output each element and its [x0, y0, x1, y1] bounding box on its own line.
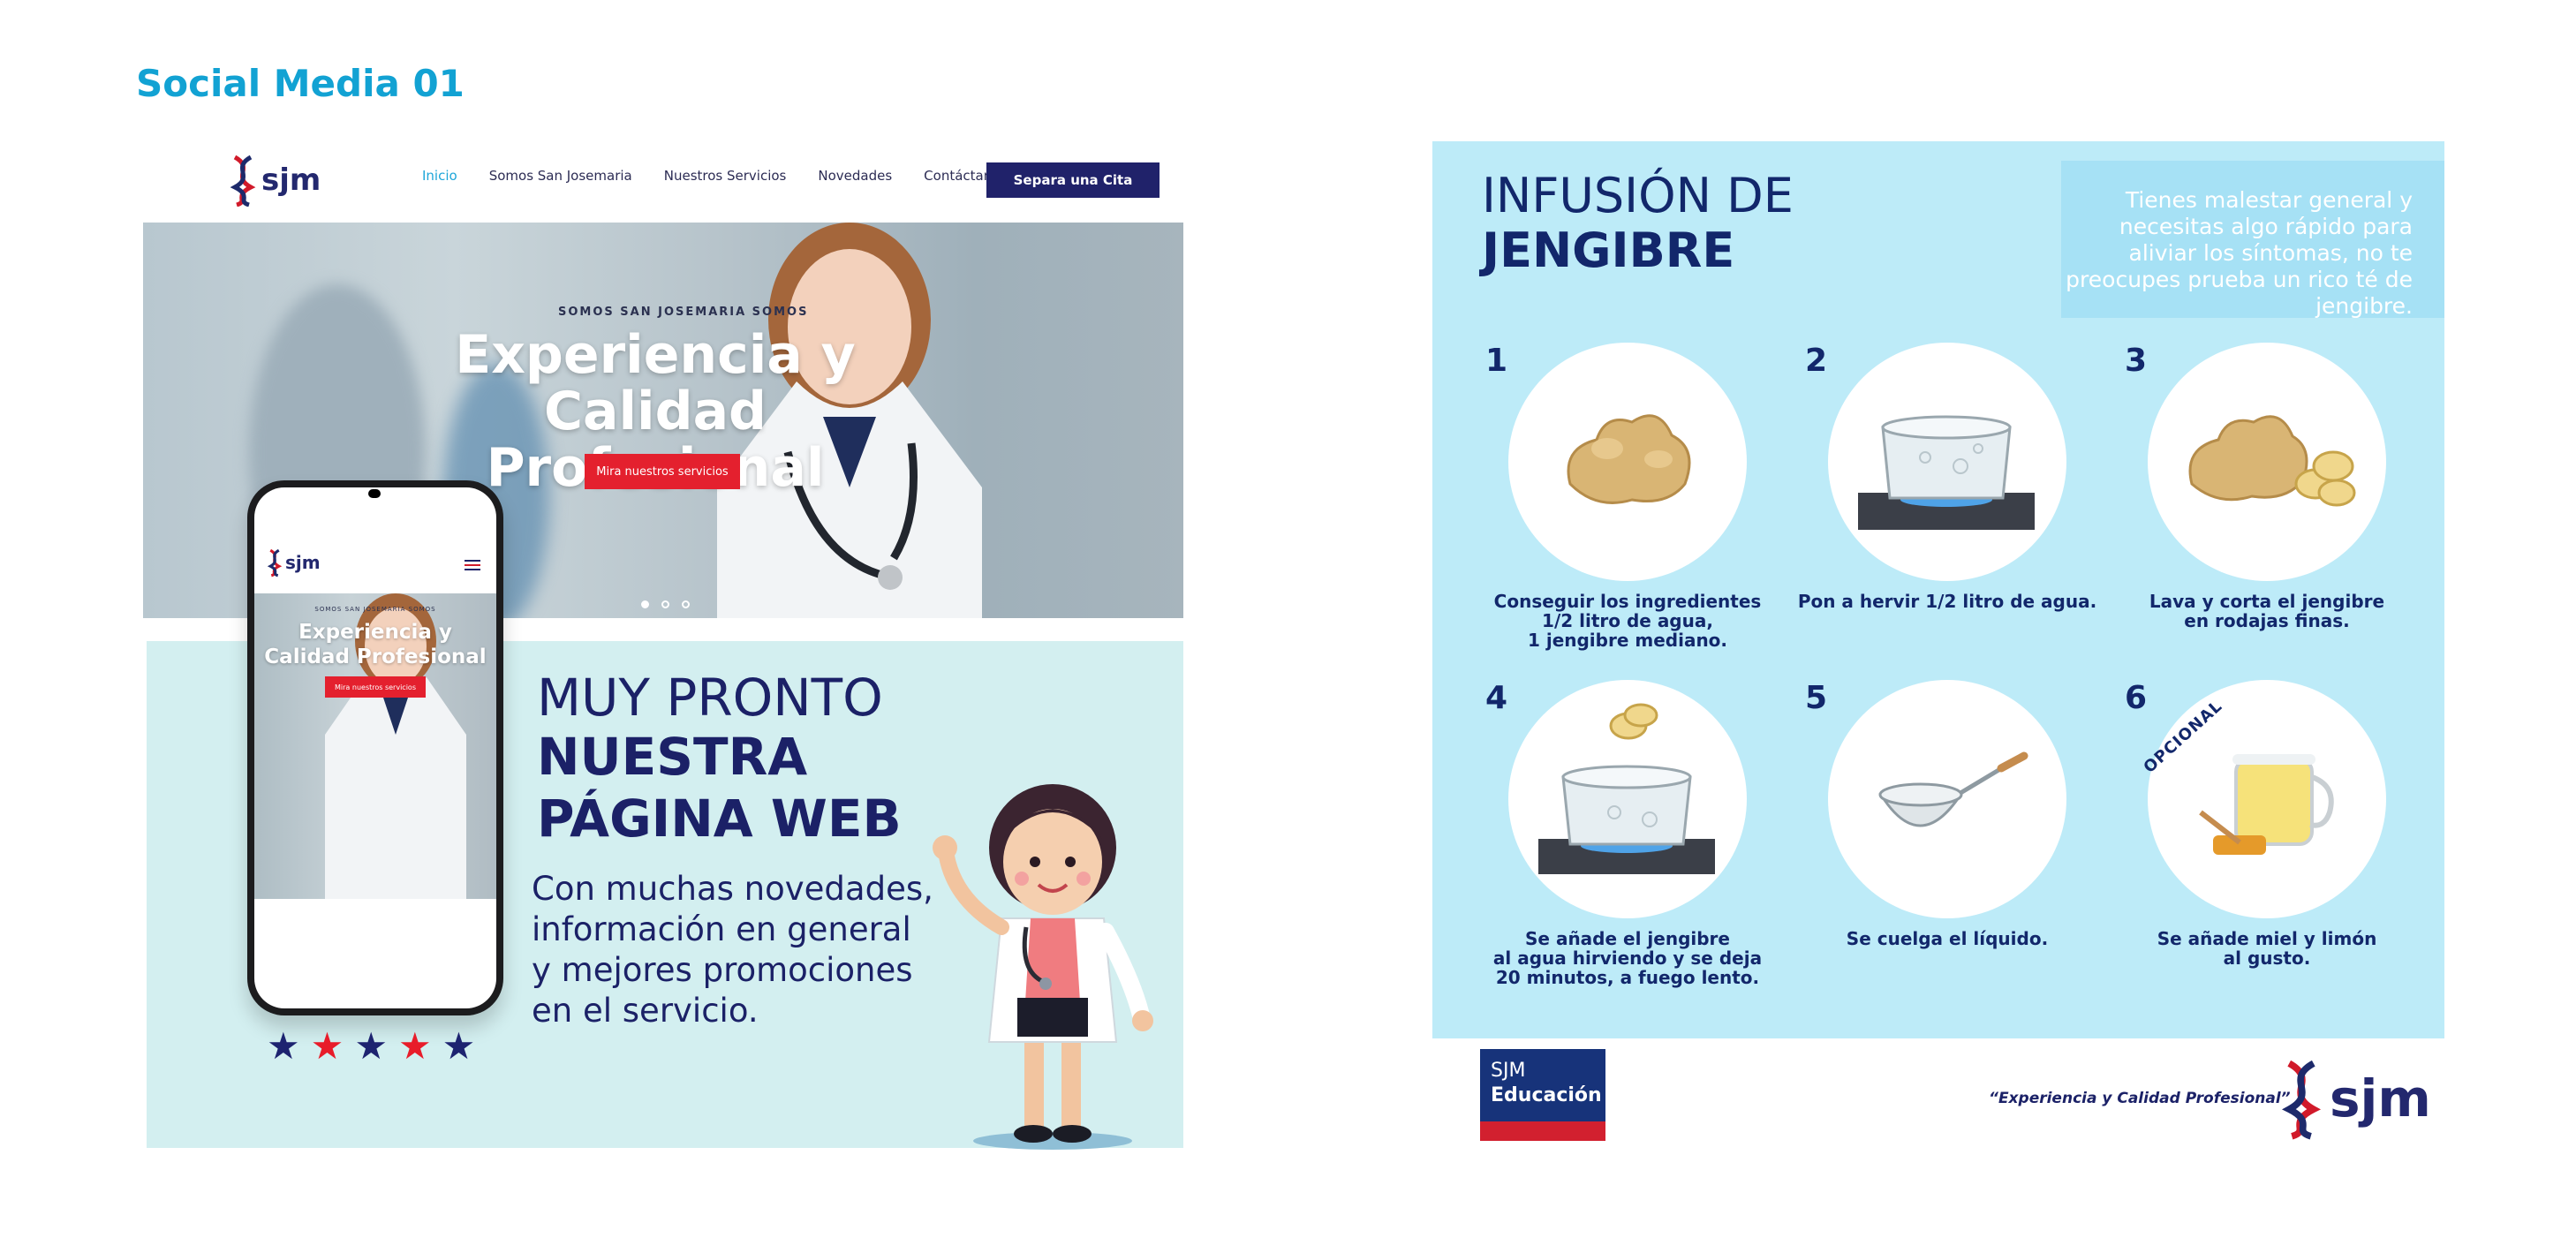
step-5: 5 Se cuelga el líquido. — [1805, 680, 2123, 1015]
phone-logo[interactable]: sjm — [267, 547, 321, 577]
step-3: 3 Lava y corta el jengibre en rodajas fi… — [2125, 343, 2443, 678]
logo-wordmark: sjm — [285, 552, 321, 573]
step-image-circle — [1828, 680, 2066, 918]
step-caption: Pon a hervir 1/2 litro de agua. — [1797, 591, 2097, 612]
nav-inicio[interactable]: Inicio — [422, 168, 457, 184]
phone-title-line: Calidad Profesional — [264, 645, 487, 668]
step-image-circle — [2148, 343, 2386, 581]
sjm-education-badge: SJM Educación — [1480, 1049, 1605, 1141]
step-caption: Se cuelga el líquido. — [1846, 928, 2049, 949]
step-number: 2 — [1805, 343, 1828, 379]
badge-line: Educación — [1491, 1084, 1602, 1106]
phone-camera — [368, 489, 381, 498]
sliced-ginger-icon — [2188, 415, 2356, 507]
star-rating: ★ ★ ★ ★ ★ — [267, 1028, 475, 1065]
carousel-dot[interactable] — [641, 600, 649, 608]
step-number: 3 — [2125, 343, 2148, 379]
phone-mockup: sjm SOMOS SAN JOSEMARIA SOMOS Experienci… — [247, 480, 503, 1015]
page-heading: Social Media 01 — [136, 62, 465, 105]
intro-note: Tienes malestar general y necesitas algo… — [2066, 187, 2413, 319]
nav-novedades[interactable]: Novedades — [818, 168, 892, 184]
promo-subheading-line: PÁGINA WEB — [537, 789, 902, 849]
star-icon: ★ — [442, 1024, 476, 1068]
step-number: 4 — [1485, 680, 1508, 716]
ginger-infusion-card: INFUSIÓN DE JENGIBRE Tienes malestar gen… — [1432, 141, 2444, 1148]
phone-eyebrow: SOMOS SAN JOSEMARIA SOMOS — [314, 606, 436, 613]
badge-stripe — [1480, 1121, 1605, 1141]
step-image-circle — [1828, 343, 2066, 581]
promo-body: Con muchas novedades, información en gen… — [532, 870, 933, 1030]
strainer-icon — [1878, 751, 2028, 827]
step-4: 4 Se añade el jengibre al agua hirviendo… — [1485, 680, 1803, 1015]
star-icon: ★ — [397, 1024, 432, 1068]
carousel-dot[interactable] — [661, 600, 669, 608]
boiling-pot-icon — [1858, 415, 2035, 530]
step-2: 2 Pon a hervir 1/2 litro de agua. — [1798, 343, 2123, 678]
helix-icon — [267, 548, 283, 577]
phone-title-line: Experiencia y — [298, 621, 452, 644]
footer-logo: sjm — [2278, 1053, 2431, 1144]
intro-note-box: Tienes malestar general y necesitas algo… — [2061, 161, 2444, 319]
promo-heading: MUY PRONTO — [537, 668, 883, 728]
star-icon: ★ — [310, 1024, 344, 1068]
star-icon: ★ — [267, 1024, 300, 1068]
pot-with-ginger-icon — [1538, 703, 1715, 874]
hamburger-menu-icon[interactable] — [465, 560, 480, 570]
step-image-circle — [1508, 680, 1747, 918]
helix-icon — [2281, 1060, 2322, 1140]
step-number: 1 — [1485, 343, 1508, 379]
phone-screen: sjm SOMOS SAN JOSEMARIA SOMOS Experienci… — [254, 487, 496, 1008]
phone-services-button[interactable]: Mira nuestros servicios — [325, 676, 426, 698]
step-caption: Lava y corta el jengibre en rodajas fina… — [2149, 591, 2385, 631]
promo-subheading-line: NUESTRA — [537, 727, 808, 787]
hero-eyebrow: SOMOS SAN JOSEMARIA SOMOS — [558, 306, 809, 319]
carousel-dot[interactable] — [682, 600, 690, 608]
helix-icon — [230, 155, 256, 207]
hero-title-line: Experiencia y — [455, 324, 856, 386]
promo-subheading: NUESTRA PÁGINA WEB — [537, 726, 902, 849]
star-icon: ★ — [354, 1024, 388, 1068]
tea-honey-icon — [2199, 754, 2334, 855]
tagline: “Experiencia y Calidad Profesional” — [1989, 1090, 2291, 1107]
doctor-cartoon-illustration — [933, 784, 1153, 1150]
site-logo[interactable]: sjm — [228, 154, 321, 207]
step-caption: Conseguir los ingredientes 1/2 litro de … — [1493, 591, 1762, 651]
nav-somos[interactable]: Somos San Josemaria — [489, 168, 632, 184]
site-header: sjm Inicio Somos San Josemaria Nuestros … — [143, 141, 1183, 223]
nav-servicios[interactable]: Nuestros Servicios — [664, 168, 787, 184]
badge-line: SJM — [1491, 1060, 1526, 1082]
step-caption: Se añade el jengibre al agua hirviendo y… — [1492, 928, 1763, 988]
ginger-root-icon — [1567, 414, 1691, 504]
book-appointment-button[interactable]: Separa una Cita — [986, 162, 1160, 198]
step-caption: Se añade miel y limón al gusto. — [2157, 928, 2377, 969]
carousel-dots — [641, 600, 690, 608]
logo-wordmark: sjm — [261, 162, 321, 198]
infographic-title-bold: JENGIBRE — [1482, 223, 1735, 278]
logo-wordmark: sjm — [2330, 1068, 2431, 1129]
infographic-title: INFUSIÓN DE — [1482, 168, 1794, 223]
view-services-button[interactable]: Mira nuestros servicios — [585, 454, 740, 489]
step-number: 6 — [2125, 680, 2148, 716]
step-6: 6 OPCIONAL Se añade miel y limón al gust… — [2125, 680, 2443, 1015]
step-image-circle — [2148, 680, 2386, 918]
step-1: 1 Conseguir los ingredientes 1/2 litro d… — [1485, 343, 1803, 678]
website-mockup-card: sjm Inicio Somos San Josemaria Nuestros … — [143, 141, 1183, 1150]
step-image-circle — [1508, 343, 1747, 581]
infographic-panel: INFUSIÓN DE JENGIBRE Tienes malestar gen… — [1432, 141, 2444, 1038]
main-nav: Inicio Somos San Josemaria Nuestros Serv… — [422, 168, 1007, 184]
step-number: 5 — [1805, 680, 1828, 716]
phone-title: Experiencia y Calidad Profesional — [254, 620, 496, 669]
